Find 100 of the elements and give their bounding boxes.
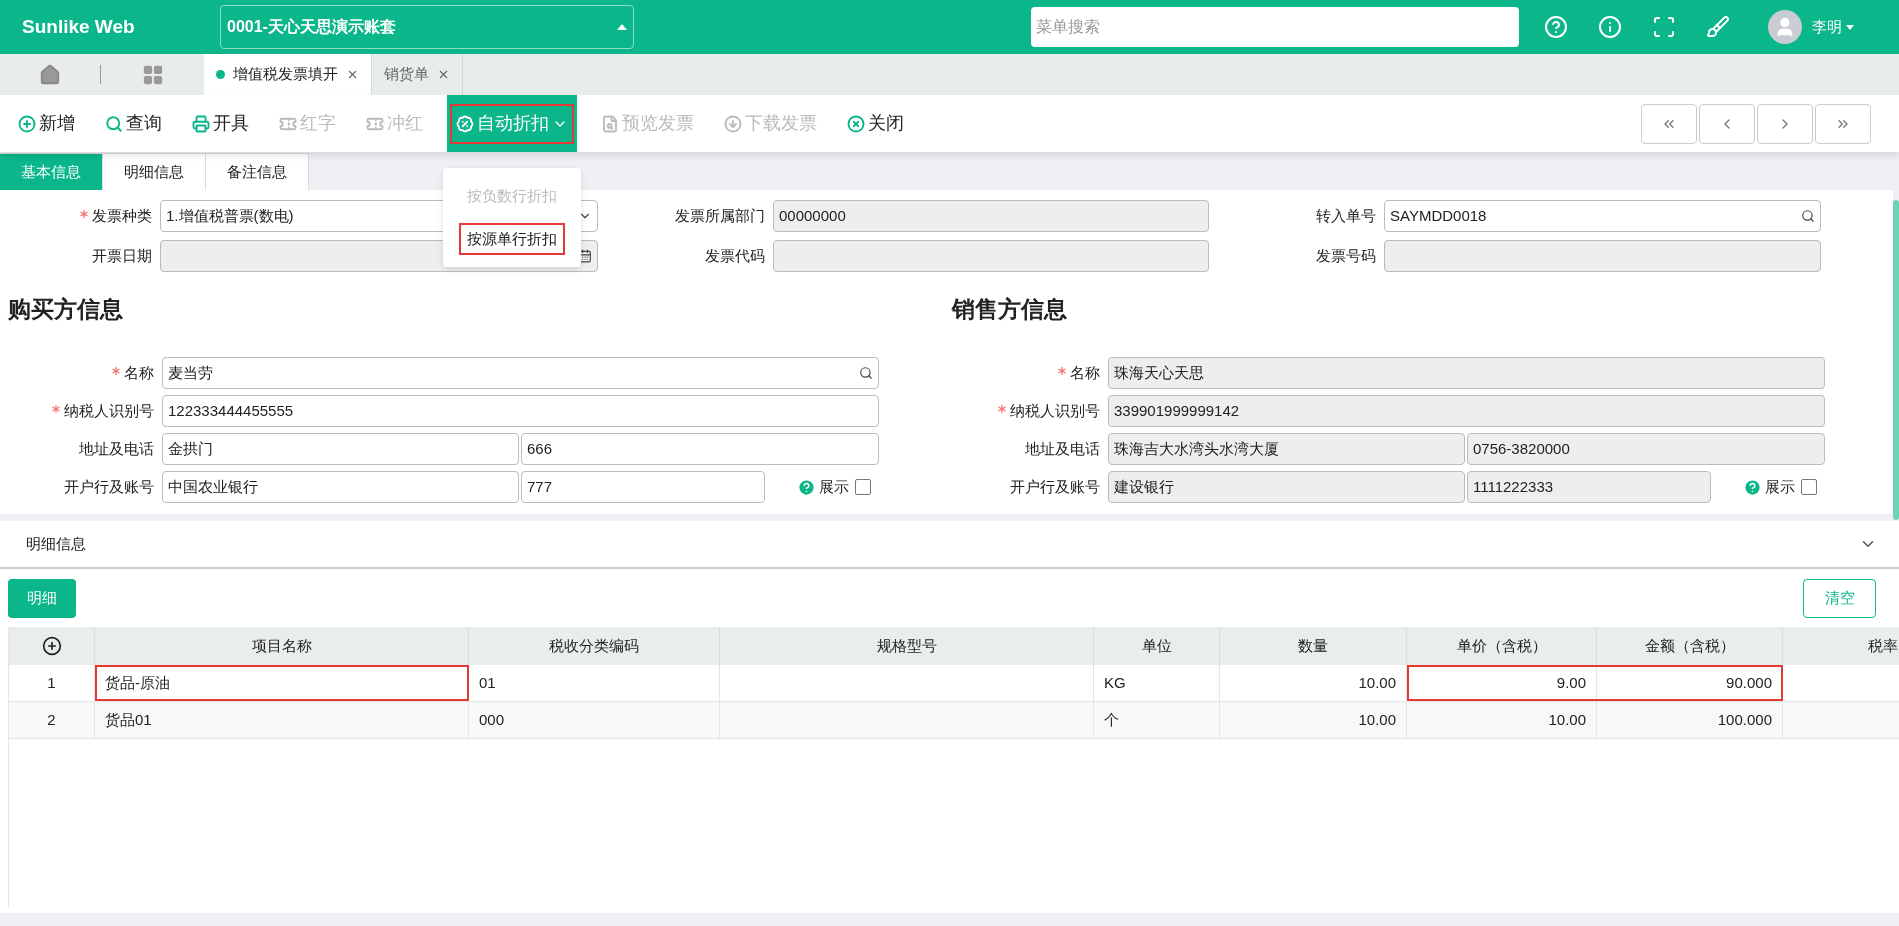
broom-icon[interactable] bbox=[1706, 15, 1730, 39]
detail-section-title: 明细信息 bbox=[26, 533, 87, 554]
field-label: 名称 bbox=[124, 362, 154, 383]
field-value: 339901999999142 bbox=[1114, 400, 1241, 421]
field-label: 纳税人识别号 bbox=[64, 400, 154, 421]
help-icon[interactable] bbox=[1743, 477, 1762, 497]
row-number-cell-text: 2 bbox=[47, 709, 56, 730]
field-value: 0756-3820000 bbox=[1473, 438, 1571, 459]
avatar-icon[interactable] bbox=[1768, 10, 1802, 44]
search-icon[interactable] bbox=[859, 366, 873, 380]
show-label: 展示 bbox=[819, 476, 849, 497]
column-header: 数量 bbox=[1298, 635, 1328, 656]
next-button[interactable] bbox=[1757, 103, 1813, 144]
field-value: 中国农业银行 bbox=[168, 476, 259, 497]
column-header: 规格型号 bbox=[876, 635, 937, 656]
lookup-field[interactable]: SAYMDD0018 bbox=[1384, 200, 1821, 232]
field-value: 1111222333 bbox=[1473, 476, 1555, 497]
fullscreen-icon[interactable] bbox=[1652, 15, 1676, 39]
add-row-icon[interactable] bbox=[41, 636, 62, 656]
field-label: 地址及电话 bbox=[79, 438, 154, 459]
show-checkbox[interactable] bbox=[855, 479, 871, 495]
quantity-cell-text: 10.00 bbox=[1358, 672, 1396, 693]
field-value: 1.增值税普票(数电) bbox=[166, 205, 295, 226]
input-field[interactable]: 122333444455555 bbox=[162, 395, 879, 427]
page-tab[interactable]: 增值税发票填开 bbox=[204, 54, 372, 95]
field-label: 发票种类 bbox=[92, 205, 152, 226]
column-header: 项目名称 bbox=[251, 635, 312, 656]
info-icon[interactable] bbox=[1598, 15, 1622, 39]
field-value: 00000000 bbox=[779, 205, 847, 226]
field-value: 777 bbox=[527, 476, 554, 497]
menu-search-field[interactable]: 菜单搜索 bbox=[1031, 7, 1519, 47]
field-label: 纳税人识别号 bbox=[1010, 400, 1100, 421]
input-field[interactable]: 中国农业银行 bbox=[162, 471, 519, 503]
unit-cell-text: 个 bbox=[1104, 709, 1119, 730]
previous-button[interactable] bbox=[1699, 103, 1755, 144]
unit-price-cell-text: 10.00 bbox=[1548, 709, 1586, 730]
field-value: 珠海吉大水湾头水湾大厦 bbox=[1114, 438, 1280, 459]
close-icon[interactable] bbox=[437, 68, 450, 81]
amount-cell-text: 90.000 bbox=[1726, 672, 1772, 693]
item-name-cell-text: 货品-原油 bbox=[105, 672, 170, 693]
help-icon[interactable] bbox=[797, 477, 816, 497]
row-number-cell-text: 1 bbox=[47, 672, 56, 693]
field-value: 122333444455555 bbox=[168, 400, 295, 421]
scrollbar-thumb[interactable] bbox=[1893, 200, 1899, 520]
column-header: 税收分类编码 bbox=[549, 635, 639, 656]
toolbar-button[interactable]: 关闭 bbox=[841, 103, 910, 144]
field-value: 建设银行 bbox=[1114, 476, 1175, 497]
form-tab[interactable]: 明细信息 bbox=[103, 153, 206, 190]
field-label: 转入单号 bbox=[1316, 205, 1376, 226]
file-search-icon bbox=[601, 114, 619, 133]
grid-icon[interactable] bbox=[141, 63, 164, 86]
field-label: 发票号码 bbox=[1316, 245, 1376, 266]
tax-code-cell-text: 01 bbox=[479, 672, 496, 693]
field-label: 地址及电话 bbox=[1025, 438, 1100, 459]
column-header: 金额（含税） bbox=[1644, 635, 1735, 656]
input-field[interactable]: 777 bbox=[521, 471, 765, 503]
column-header: 单位 bbox=[1141, 635, 1172, 656]
unit-price-cell-text: 9.00 bbox=[1556, 672, 1586, 693]
toolbar-button[interactable]: 新增 bbox=[12, 103, 81, 144]
search-icon bbox=[105, 114, 123, 133]
printer-icon bbox=[192, 114, 210, 133]
first-page-button[interactable] bbox=[1641, 103, 1697, 144]
last-page-button[interactable] bbox=[1815, 103, 1871, 144]
show-label: 展示 bbox=[1765, 476, 1795, 497]
input-field[interactable]: 666 bbox=[521, 433, 879, 465]
field-value: 珠海天心天思 bbox=[1114, 362, 1205, 383]
field-value: 金拱门 bbox=[168, 438, 214, 459]
app-logo: Sunlike Web bbox=[22, 14, 136, 39]
field-label: 开票日期 bbox=[92, 245, 152, 266]
item-name-cell-text: 货品01 bbox=[105, 709, 152, 730]
input-field[interactable]: 金拱门 bbox=[162, 433, 519, 465]
percent-icon bbox=[456, 114, 474, 133]
form-tab[interactable]: 备注信息 bbox=[206, 153, 309, 190]
toolbar-button[interactable]: 开具 bbox=[186, 103, 255, 144]
home-icon[interactable] bbox=[39, 63, 61, 86]
column-header: 单价（含税） bbox=[1456, 635, 1547, 656]
close-icon[interactable] bbox=[346, 68, 359, 81]
field-label: 发票所属部门 bbox=[675, 205, 765, 226]
field-label: 开户行及账号 bbox=[64, 476, 154, 497]
menu-item[interactable]: 按源单行折扣 bbox=[459, 222, 565, 255]
help-icon[interactable] bbox=[1544, 15, 1568, 39]
section-title: 销售方信息 bbox=[950, 295, 1068, 324]
close-icon bbox=[847, 114, 865, 133]
field-label: 名称 bbox=[1070, 362, 1100, 383]
amount-cell-text: 100.000 bbox=[1717, 709, 1772, 730]
plus-icon bbox=[18, 114, 36, 133]
caret-up-icon bbox=[617, 24, 627, 30]
download-icon bbox=[724, 114, 742, 133]
lookup-field[interactable]: 麦当劳 bbox=[162, 357, 879, 389]
tax-code-cell-text: 000 bbox=[479, 709, 505, 730]
search-icon[interactable] bbox=[1801, 209, 1815, 223]
column-header: 税率 bbox=[1867, 635, 1898, 656]
field-value: 666 bbox=[527, 438, 554, 459]
unit-cell-text: KG bbox=[1104, 672, 1126, 693]
toolbar-button[interactable]: 查询 bbox=[99, 103, 168, 144]
field-value: SAYMDD0018 bbox=[1390, 205, 1488, 226]
field-value: 麦当劳 bbox=[168, 362, 214, 383]
field-label: 发票代码 bbox=[705, 245, 765, 266]
quantity-cell-text: 10.00 bbox=[1358, 709, 1396, 730]
section-title: 购买方信息 bbox=[7, 295, 124, 324]
